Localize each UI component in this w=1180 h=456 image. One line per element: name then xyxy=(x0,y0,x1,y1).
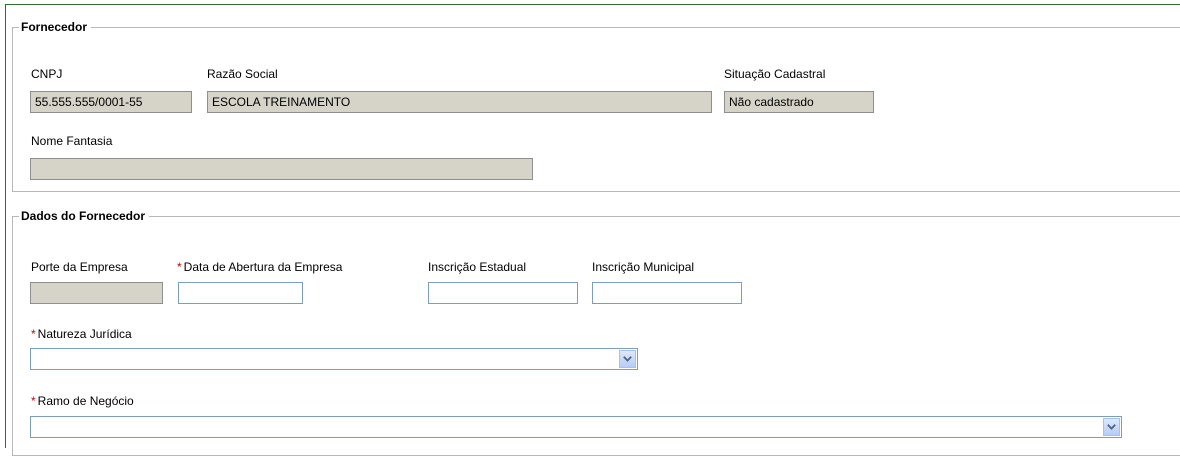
inscricao-estadual-input[interactable] xyxy=(428,282,578,304)
dados-fornecedor-section-title: Dados do Fornecedor xyxy=(19,209,150,223)
required-asterisk: * xyxy=(177,260,182,274)
cnpj-label: CNPJ xyxy=(31,67,63,81)
inscricao-estadual-label: Inscrição Estadual xyxy=(428,260,527,274)
porte-empresa-label: Porte da Empresa xyxy=(31,260,128,274)
required-asterisk: * xyxy=(31,394,36,408)
data-abertura-input[interactable] xyxy=(178,282,303,304)
razao-social-field[interactable]: ESCOLA TREINAMENTO xyxy=(207,91,712,113)
data-abertura-label: * Data de Abertura da Empresa xyxy=(177,260,342,274)
situacao-cadastral-label: Situação Cadastral xyxy=(724,67,826,81)
required-asterisk: * xyxy=(31,327,36,341)
nome-fantasia-field[interactable] xyxy=(30,158,533,180)
cnpj-field[interactable]: 55.555.555/0001-55 xyxy=(30,91,192,113)
dropdown-button[interactable] xyxy=(619,350,636,368)
chevron-down-icon xyxy=(623,356,632,362)
fornecedor-section-title: Fornecedor xyxy=(19,20,92,34)
ramo-negocio-label: * Ramo de Negócio xyxy=(31,394,134,408)
natureza-juridica-label-text: Natureza Jurídica xyxy=(37,327,132,341)
chevron-down-icon xyxy=(1107,424,1116,430)
natureza-juridica-label: * Natureza Jurídica xyxy=(31,327,132,341)
porte-empresa-field[interactable] xyxy=(30,282,163,304)
ramo-negocio-select[interactable] xyxy=(30,416,1122,438)
natureza-juridica-select[interactable] xyxy=(30,348,638,370)
razao-social-label: Razão Social xyxy=(207,67,278,81)
inscricao-municipal-label: Inscrição Municipal xyxy=(592,260,695,274)
inscricao-municipal-input[interactable] xyxy=(592,282,742,304)
ramo-negocio-label-text: Ramo de Negócio xyxy=(37,394,134,408)
nome-fantasia-label: Nome Fantasia xyxy=(31,134,113,148)
dropdown-button[interactable] xyxy=(1103,418,1120,436)
situacao-cadastral-field[interactable]: Não cadastrado xyxy=(724,91,874,113)
data-abertura-label-text: Data de Abertura da Empresa xyxy=(183,260,343,274)
